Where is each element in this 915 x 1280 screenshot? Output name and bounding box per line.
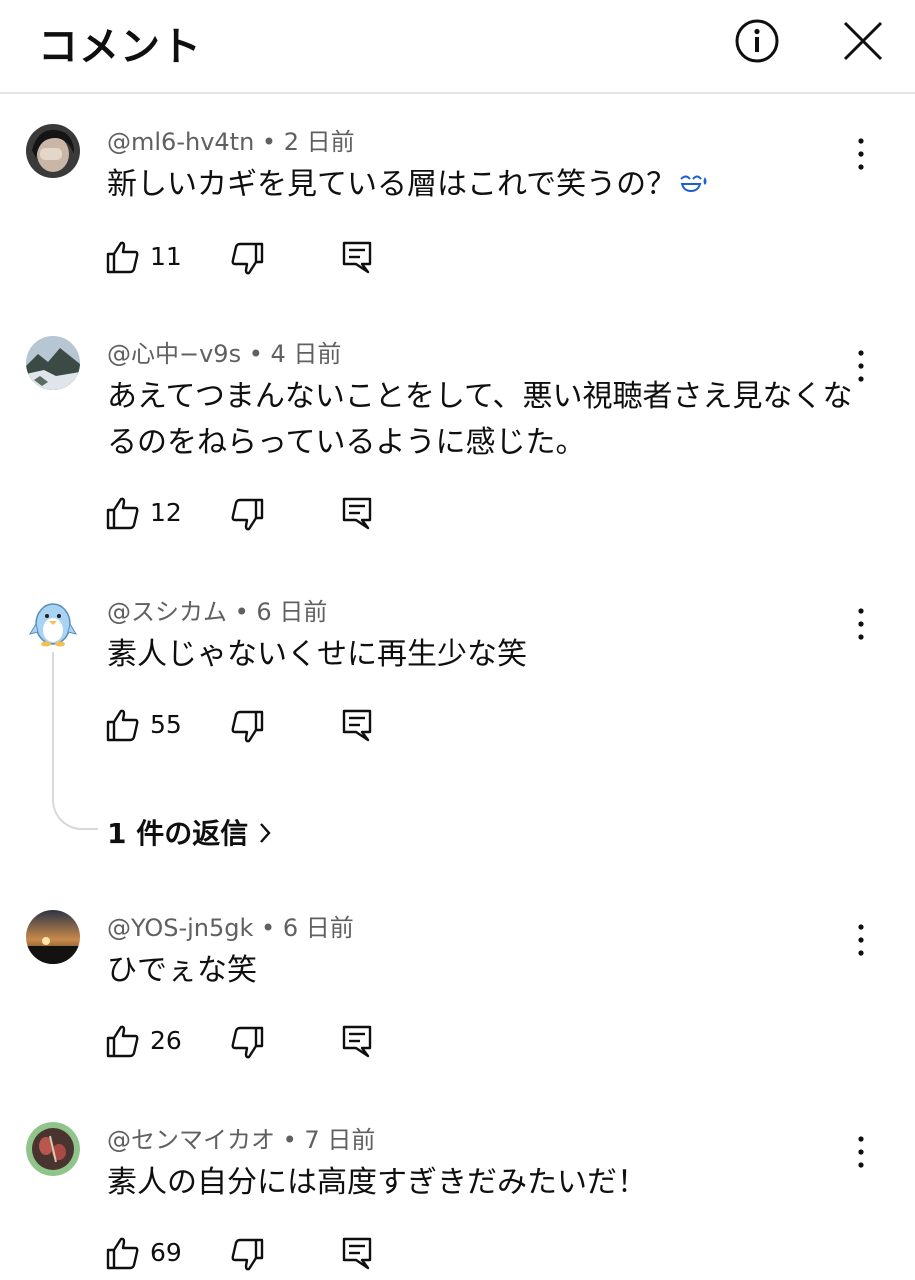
avatar[interactable]	[26, 594, 80, 648]
dislike-icon[interactable]	[230, 498, 264, 532]
comment-author[interactable]: @YOS-jn5gk	[107, 914, 253, 942]
reply-icon[interactable]	[340, 240, 374, 274]
dislike-icon[interactable]	[230, 710, 264, 744]
view-replies-button[interactable]: 1 件の返信	[107, 812, 272, 852]
comment-text: ひでぇな笑	[107, 953, 257, 988]
like-icon[interactable]	[106, 1236, 140, 1270]
more-options-icon[interactable]	[846, 342, 876, 382]
comment-text: あえてつまんないことをして、悪い視聴者さえ見なくなるのをねらっているように感じた…	[107, 379, 853, 460]
page-title: コメント	[38, 24, 202, 70]
like-count: 11	[150, 242, 182, 271]
more-options-icon[interactable]	[846, 916, 876, 956]
more-options-icon[interactable]	[846, 600, 876, 640]
replies-label: 1 件の返信	[107, 817, 249, 850]
reply-thread-line	[52, 652, 98, 830]
chevron-right-icon	[258, 819, 272, 852]
reply-icon[interactable]	[340, 1236, 374, 1270]
comments-header: コメント	[0, 0, 915, 94]
like-count: 26	[150, 1026, 182, 1055]
like-icon[interactable]	[106, 708, 140, 742]
avatar[interactable]	[26, 124, 80, 178]
dislike-icon[interactable]	[230, 242, 264, 276]
avatar[interactable]	[26, 1122, 80, 1176]
more-options-icon[interactable]	[846, 130, 876, 170]
more-options-icon[interactable]	[846, 1128, 876, 1168]
comment-time: 4 日前	[270, 340, 342, 368]
comment-meta: @スシカム • 6 日前	[107, 592, 327, 627]
comment-time: 6 日前	[256, 598, 328, 626]
meta-separator: •	[253, 914, 283, 942]
comment-meta: @ml6-hv4tn • 2 日前	[107, 122, 355, 157]
comment-author[interactable]: @心中−v9s	[107, 340, 241, 368]
sweat-smile-emoji-icon	[678, 163, 708, 209]
like-count: 55	[150, 710, 182, 739]
info-icon[interactable]	[734, 18, 780, 64]
like-icon[interactable]	[106, 240, 140, 274]
comment-meta: @センマイカオ • 7 日前	[107, 1120, 375, 1155]
reply-icon[interactable]	[340, 496, 374, 530]
comment-author[interactable]: @スシカム	[107, 598, 227, 626]
like-icon[interactable]	[106, 1024, 140, 1058]
like-count: 69	[150, 1238, 182, 1267]
dislike-icon[interactable]	[230, 1238, 264, 1272]
meta-separator: •	[254, 128, 284, 156]
comment-time: 6 日前	[282, 914, 354, 942]
comment-meta: @YOS-jn5gk • 6 日前	[107, 908, 354, 943]
comment-meta: @心中−v9s • 4 日前	[107, 334, 341, 369]
meta-separator: •	[227, 598, 257, 626]
like-count: 12	[150, 498, 182, 527]
comment-text: 素人の自分には高度すぎきだみたいだ！	[107, 1165, 647, 1200]
comment-text: 新しいカギを見ている層はこれで笑うの？	[107, 162, 857, 209]
comment-author[interactable]: @センマイカオ	[107, 1126, 275, 1154]
reply-icon[interactable]	[340, 708, 374, 742]
close-icon[interactable]	[840, 18, 886, 64]
avatar[interactable]	[26, 910, 80, 964]
comment-text: 素人じゃないくせに再生少な笑	[107, 637, 527, 672]
dislike-icon[interactable]	[230, 1026, 264, 1060]
comment-time: 7 日前	[304, 1126, 376, 1154]
comment-author[interactable]: @ml6-hv4tn	[107, 128, 254, 156]
meta-separator: •	[241, 340, 271, 368]
like-icon[interactable]	[106, 496, 140, 530]
comment-time: 2 日前	[283, 128, 355, 156]
meta-separator: •	[275, 1126, 305, 1154]
reply-icon[interactable]	[340, 1024, 374, 1058]
avatar[interactable]	[26, 336, 80, 390]
